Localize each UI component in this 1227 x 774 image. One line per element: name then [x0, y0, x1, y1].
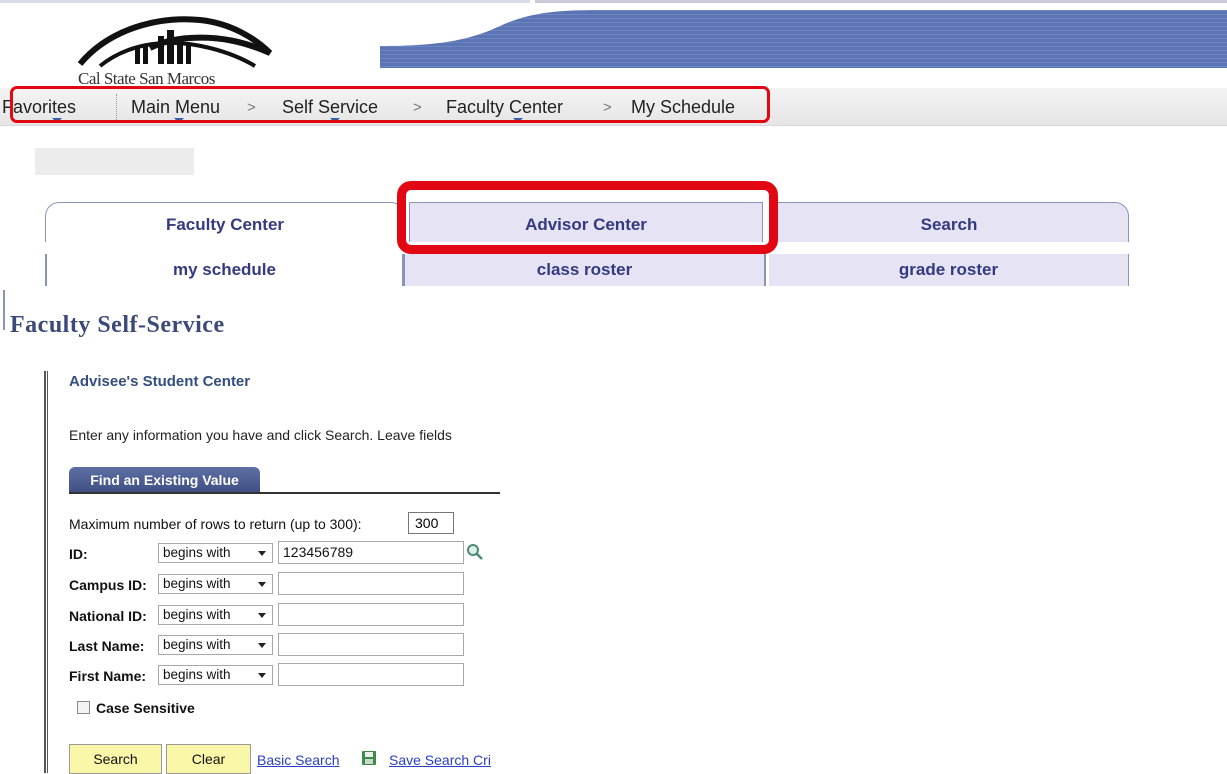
- chevron-down-icon: [258, 551, 266, 556]
- chevron-down-icon: [258, 643, 266, 648]
- chevron-down-icon: [258, 582, 266, 587]
- magnifier-icon[interactable]: [466, 543, 484, 561]
- advisor-center-highlight-box: [397, 181, 778, 254]
- campus-id-operator-select[interactable]: begins with: [158, 574, 273, 594]
- national-id-operator-select[interactable]: begins with: [158, 605, 273, 625]
- case-sensitive-label: Case Sensitive: [96, 700, 195, 716]
- tab-underline: [69, 492, 500, 494]
- subtab-class-roster[interactable]: class roster: [403, 254, 766, 286]
- last-name-input[interactable]: [278, 633, 464, 656]
- chevron-down-icon: [258, 673, 266, 678]
- first-name-input[interactable]: [278, 663, 464, 686]
- max-rows-label: Maximum number of rows to return (up to …: [69, 516, 362, 532]
- tab-find-existing-value[interactable]: Find an Existing Value: [69, 467, 260, 493]
- national-id-operator-value: begins with: [163, 607, 231, 622]
- search-instructions: Enter any information you have and click…: [69, 427, 452, 443]
- tab-faculty-center[interactable]: Faculty Center: [45, 202, 405, 242]
- id-input[interactable]: 123456789: [278, 541, 464, 564]
- breadcrumb-highlight-box: [10, 86, 770, 123]
- search-button[interactable]: Search: [69, 744, 162, 774]
- basic-search-link[interactable]: Basic Search: [257, 752, 339, 768]
- subtab-my-schedule[interactable]: my schedule: [45, 254, 403, 286]
- campus-id-label: Campus ID:: [69, 577, 147, 593]
- search-page-title: Advisee's Student Center: [69, 373, 251, 390]
- national-id-input[interactable]: [278, 603, 464, 626]
- placeholder-strip: [35, 148, 194, 175]
- chevron-down-icon: [258, 613, 266, 618]
- clear-button[interactable]: Clear: [166, 744, 251, 774]
- first-name-operator-select[interactable]: begins with: [158, 665, 273, 685]
- save-disk-icon[interactable]: [361, 750, 377, 766]
- tab-search[interactable]: Search: [769, 202, 1129, 242]
- save-search-criteria-link[interactable]: Save Search Cri: [389, 752, 491, 768]
- first-name-operator-value: begins with: [163, 667, 231, 682]
- panel-left-rule: [44, 371, 48, 773]
- last-name-operator-select[interactable]: begins with: [158, 635, 273, 655]
- subtab-grade-roster[interactable]: grade roster: [769, 254, 1129, 286]
- page-title: Faculty Self-Service: [10, 312, 225, 338]
- campus-id-input[interactable]: [278, 572, 464, 595]
- last-name-label: Last Name:: [69, 638, 145, 654]
- last-name-operator-value: begins with: [163, 637, 231, 652]
- first-name-label: First Name:: [69, 668, 147, 684]
- campus-id-operator-value: begins with: [163, 576, 231, 591]
- tab-left-rule: [3, 290, 5, 330]
- header-banner: [380, 10, 1227, 68]
- case-sensitive-checkbox[interactable]: [77, 701, 90, 714]
- top-border: [0, 0, 1227, 3]
- max-rows-input[interactable]: 300: [408, 512, 454, 534]
- id-operator-select[interactable]: begins with: [158, 543, 273, 563]
- id-label: ID:: [69, 546, 88, 562]
- national-id-label: National ID:: [69, 608, 147, 624]
- id-operator-value: begins with: [163, 545, 231, 560]
